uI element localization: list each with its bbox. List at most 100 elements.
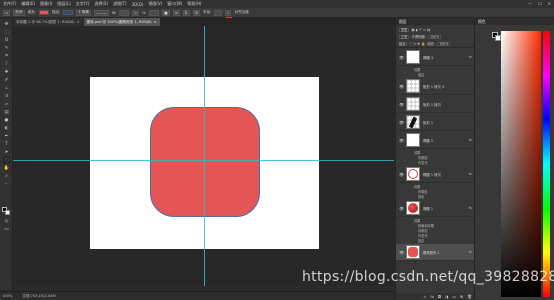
hand-tool-icon[interactable]: ✋ [3, 165, 10, 171]
move-tool-icon[interactable]: ✥ [3, 21, 10, 27]
layer-row[interactable]: 👁 矩形 1 拷贝 3 [396, 78, 475, 95]
layer-row[interactable]: 👁 椭圆 2 fx [396, 132, 475, 149]
gear-icon[interactable]: ⚙ [192, 9, 200, 16]
eye-icon[interactable]: 👁 [399, 206, 404, 211]
path-ops-icon[interactable]: ■ [162, 9, 170, 16]
fill-field[interactable]: 100% [437, 41, 451, 46]
lock-icons[interactable]: ⬚ ✎ ✥ 🔒 [409, 42, 425, 46]
eye-icon[interactable]: 👁 [399, 138, 404, 143]
minimize-button[interactable]: — [528, 1, 532, 6]
rounded-rectangle-shape[interactable] [150, 107, 260, 217]
layer-row[interactable]: 👁 椭圆 1 拷贝 fx [396, 166, 475, 183]
fx-icon[interactable]: fx [469, 206, 472, 210]
menu-image[interactable]: 图像(I) [40, 1, 52, 7]
document-info[interactable]: 文档:703.1K/2.04M [22, 294, 55, 299]
path-select-icon[interactable]: ➤ [3, 149, 10, 155]
align-edges-checkbox[interactable]: ✓ [225, 9, 232, 16]
layer-kind-filter[interactable]: 类型 [399, 27, 410, 32]
eye-icon[interactable]: 👁 [399, 120, 404, 125]
mode-select[interactable]: 形状 [13, 9, 25, 16]
stroke-width-field[interactable]: 1 像素 [76, 9, 92, 16]
crop-tool-icon[interactable]: ⌗ [3, 53, 10, 59]
stroke-swatch[interactable] [63, 10, 74, 15]
background-color-swatch[interactable] [5, 210, 10, 215]
layer-row[interactable]: 👁 矩形 1 拷贝 [396, 96, 475, 113]
color-tab[interactable]: 颜色 [478, 19, 486, 25]
eye-icon[interactable]: 👁 [399, 84, 404, 89]
healing-brush-icon[interactable]: ✚ [3, 69, 10, 75]
menu-window[interactable]: 窗口(W) [167, 1, 182, 7]
filter-icons[interactable]: ▣ ◐ T ▭ ▤ [411, 28, 430, 32]
eye-icon[interactable]: 👁 [399, 172, 404, 177]
width-field[interactable] [119, 9, 130, 16]
color-picker-cursor[interactable] [502, 32, 505, 35]
fx-icon[interactable]: fx [469, 138, 472, 142]
stroke-type-select[interactable]: ——— [94, 9, 109, 16]
folder-icon[interactable]: ▭ [452, 294, 456, 299]
layers-tab[interactable]: 图层 [399, 19, 407, 25]
new-layer-icon[interactable]: ⊞ [460, 294, 463, 299]
clone-stamp-icon[interactable]: ⊥ [3, 85, 10, 91]
fx-icon[interactable]: fx [469, 172, 472, 176]
quick-mask-icon[interactable]: ◎ [3, 218, 10, 224]
menu-view[interactable]: 视图(V) [148, 1, 162, 7]
pen-tool-icon[interactable]: ✒ [3, 133, 10, 139]
close-button[interactable]: ✕ [548, 1, 551, 6]
rounded-rect-tool-icon[interactable]: ▢ [3, 157, 10, 163]
fx-icon[interactable]: fx [469, 250, 472, 254]
menu-select[interactable]: 选择(S) [94, 1, 108, 7]
brush-tool-icon[interactable]: ✐ [3, 77, 10, 83]
history-brush-icon[interactable]: ↺ [3, 93, 10, 99]
mask-icon[interactable]: ◘ [438, 294, 441, 299]
maximize-button[interactable]: ☐ [538, 1, 542, 6]
menu-filter[interactable]: 滤镜(T) [113, 1, 127, 7]
menu-type[interactable]: 文字(Y) [76, 1, 90, 7]
horizontal-guide[interactable] [13, 160, 394, 161]
quick-select-tool-icon[interactable]: ✎ [3, 45, 10, 51]
vertical-guide[interactable] [204, 26, 205, 286]
link-icon[interactable]: ∞ [423, 294, 426, 299]
tab-icon-psd[interactable]: 图标.psd @ 100%(圆角矩形 1, RGB/8) × [83, 18, 160, 26]
path-align-icon[interactable]: ≡ [172, 9, 180, 16]
menu-help[interactable]: 帮助(H) [187, 1, 201, 7]
canvas-workspace[interactable] [13, 26, 394, 286]
saturation-value-picker[interactable] [501, 31, 541, 297]
close-icon[interactable]: × [154, 20, 157, 24]
menu-3d[interactable]: 3D(D) [132, 2, 144, 7]
eyedropper-tool-icon[interactable]: ℐ [3, 61, 10, 67]
opacity-field[interactable]: 100% [428, 34, 442, 39]
fill-swatch[interactable] [39, 10, 49, 15]
eye-icon[interactable]: 👁 [399, 102, 404, 107]
more-tools-icon[interactable]: ⋯ [3, 181, 10, 187]
blend-mode-select[interactable]: 正常 [399, 34, 410, 39]
menu-layer[interactable]: 图层(L) [57, 1, 70, 7]
zoom-tool-icon[interactable]: ⌕ [3, 173, 10, 179]
close-icon[interactable]: × [77, 20, 80, 24]
screen-mode-icon[interactable]: ▭ [3, 226, 10, 232]
layer-row[interactable]: 👁 椭圆 3 fx [396, 49, 475, 66]
height-field[interactable] [149, 9, 160, 16]
tab-untitled[interactable]: 未标题-1 @ 66.7%(图层 1, RGB/8) × [13, 18, 83, 26]
blur-tool-icon[interactable]: ● [3, 117, 10, 123]
layer-row-selected[interactable]: 👁 圆角矩形 1 fx [396, 244, 475, 261]
menu-file[interactable]: 文件(F) [3, 1, 16, 7]
marquee-tool-icon[interactable]: ⬚ [3, 29, 10, 35]
dodge-tool-icon[interactable]: ◐ [3, 125, 10, 131]
eye-icon[interactable]: 👁 [399, 55, 404, 60]
fx-icon[interactable]: fx [430, 294, 434, 299]
hue-slider[interactable] [543, 31, 550, 297]
eraser-tool-icon[interactable]: ▱ [3, 101, 10, 107]
adjust-icon[interactable]: ◑ [445, 294, 448, 299]
gradient-tool-icon[interactable]: ▤ [3, 109, 10, 115]
eye-icon[interactable]: 👁 [399, 250, 404, 255]
zoom-level[interactable]: 100% [2, 294, 12, 298]
tool-preset-icon[interactable]: ▭ [3, 9, 11, 16]
path-arrange-icon[interactable]: ⇅ [182, 9, 190, 16]
layer-row[interactable]: 👁 矩形 1 [396, 114, 475, 131]
fx-icon[interactable]: fx [469, 55, 472, 59]
link-icon[interactable]: ∞ [132, 9, 140, 16]
lasso-tool-icon[interactable]: ʘ [3, 37, 10, 43]
layer-row[interactable]: 👁 椭圆 1 fx [396, 200, 475, 217]
type-tool-icon[interactable]: T [3, 141, 10, 147]
menu-edit[interactable]: 编辑(E) [21, 1, 35, 7]
